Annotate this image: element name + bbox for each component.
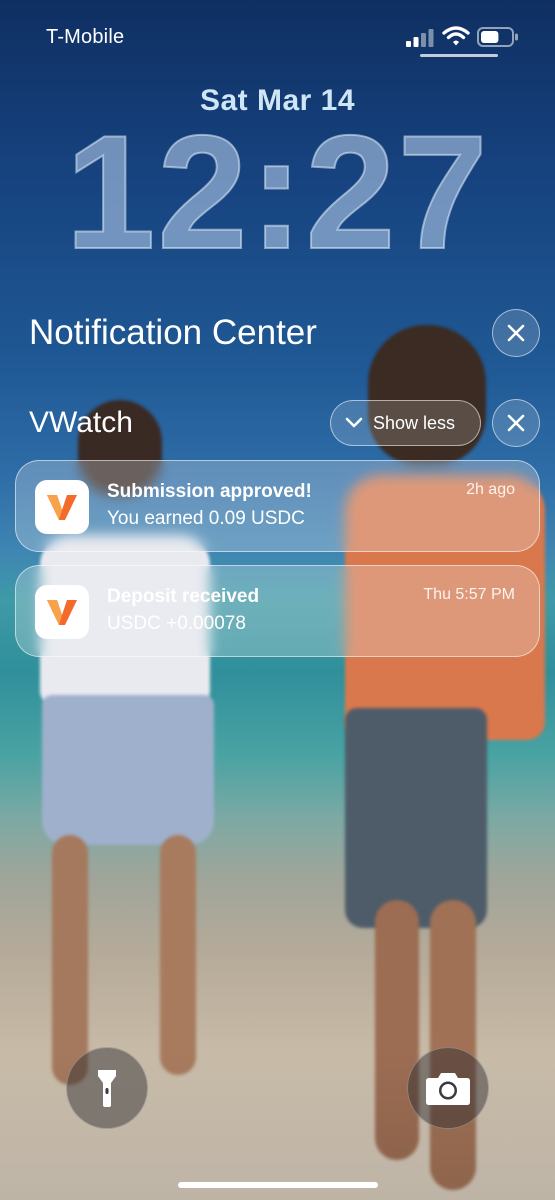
notification-card[interactable]: Deposit received USDC +0.00078 Thu 5:57 … <box>15 565 540 657</box>
home-indicator[interactable] <box>178 1182 378 1188</box>
notification-time: 2h ago <box>466 481 515 498</box>
notification-body: You earned 0.09 USDC <box>107 508 305 529</box>
battery-icon <box>477 27 518 47</box>
notification-time: Thu 5:57 PM <box>423 586 515 603</box>
wifi-icon <box>442 26 470 46</box>
clear-group-button[interactable] <box>492 399 540 447</box>
notification-title: Deposit received <box>107 586 260 607</box>
status-indicator-line <box>420 54 498 57</box>
lock-time: 12:27 <box>64 102 490 283</box>
wallpaper-shape <box>345 708 487 928</box>
flashlight-icon <box>98 1070 116 1107</box>
notification-body: USDC +0.00078 <box>107 613 246 634</box>
close-icon <box>507 414 525 432</box>
status-bar: T-Mobile <box>0 24 555 57</box>
wallpaper-shape <box>160 835 196 1075</box>
notification-card[interactable]: Submission approved! You earned 0.09 USD… <box>15 460 540 552</box>
camera-button[interactable] <box>407 1047 489 1129</box>
wallpaper-shape <box>52 835 88 1085</box>
chevron-down-icon <box>345 417 363 428</box>
flashlight-button[interactable] <box>66 1047 148 1129</box>
show-less-label: Show less <box>373 412 456 433</box>
show-less-button[interactable]: Show less <box>330 400 481 446</box>
close-icon <box>507 324 525 342</box>
app-group-name: VWatch <box>29 406 133 439</box>
clear-all-button[interactable] <box>492 309 540 357</box>
vwatch-app-icon <box>35 480 89 534</box>
notification-center-title: Notification Center <box>29 313 317 352</box>
wallpaper-shape <box>42 695 214 845</box>
camera-icon <box>426 1073 470 1105</box>
signal-icon <box>406 29 434 47</box>
carrier-label: T-Mobile <box>46 26 125 48</box>
vwatch-app-icon <box>35 585 89 639</box>
notification-title: Submission approved! <box>107 481 312 502</box>
